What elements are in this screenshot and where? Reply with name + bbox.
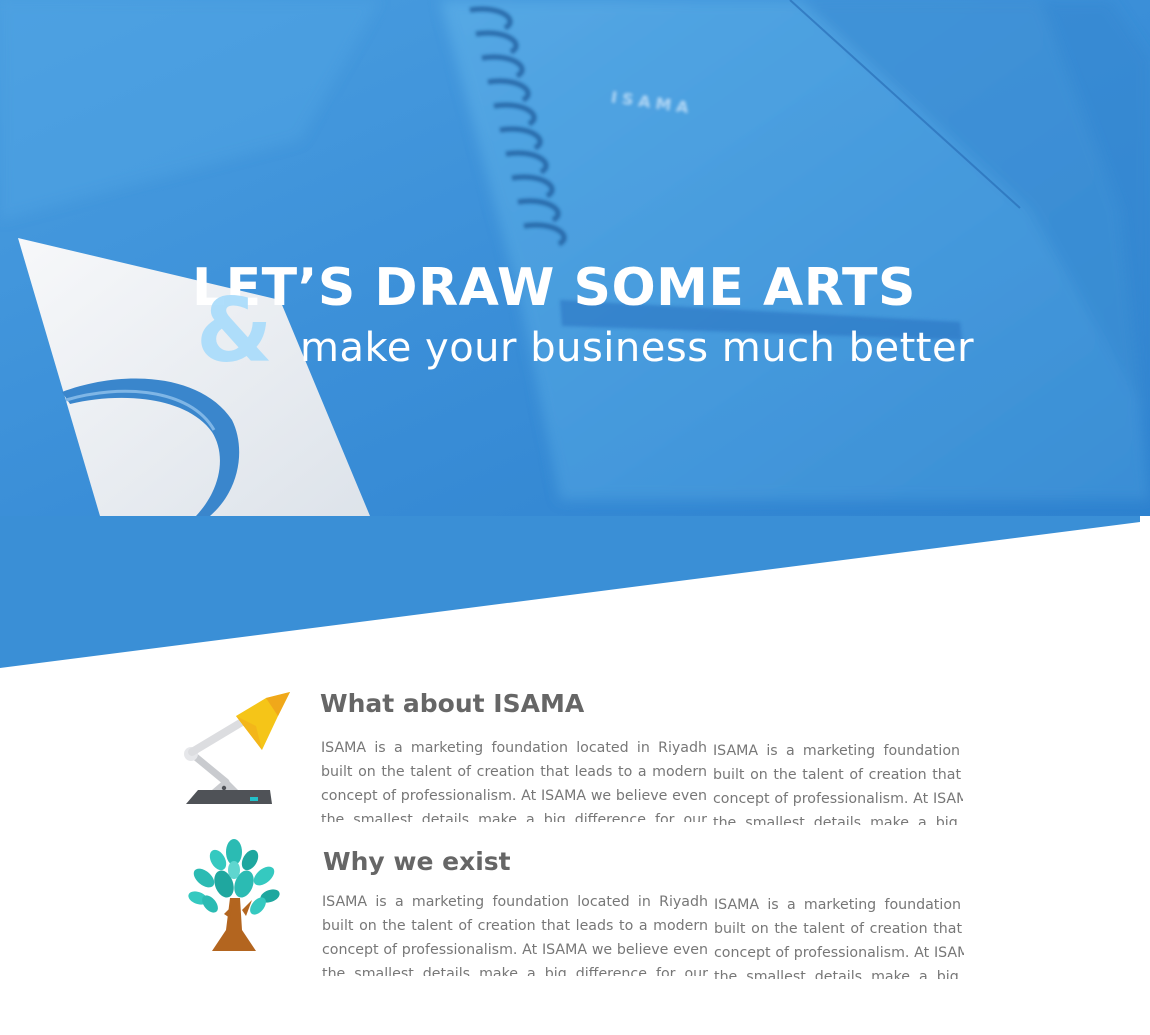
feature-text-column-1: ISAMA is a marketing foundation located … — [322, 890, 708, 976]
feature-text-column-1: ISAMA is a marketing foundation located … — [321, 736, 707, 822]
feature-title: Why we exist — [323, 847, 511, 876]
feature-paragraph: ISAMA is a marketing foundation located … — [321, 740, 707, 822]
ampersand-glyph: & — [196, 279, 273, 382]
hero-headline: LET’S DRAW SOME ARTS — [192, 258, 916, 318]
hero-subline: make your business much better — [300, 325, 975, 371]
feature-title: What about ISAMA — [320, 689, 585, 718]
tree-icon — [188, 839, 280, 951]
desk-lamp-icon — [184, 692, 290, 804]
feature-paragraph: ISAMA is a marketing foundation located … — [322, 894, 708, 976]
feature-text-column-2: ISAMA is a marketing foundation located … — [714, 893, 964, 979]
hero-banner: ISAMA LET’S DRAW SOME ARTS & make your b… — [0, 0, 1150, 670]
feature-paragraph: ISAMA is a marketing foundation located … — [713, 743, 963, 825]
feature-paragraph: ISAMA is a marketing foundation located … — [714, 897, 964, 979]
feature-text-column-2: ISAMA is a marketing foundation located … — [713, 739, 963, 825]
